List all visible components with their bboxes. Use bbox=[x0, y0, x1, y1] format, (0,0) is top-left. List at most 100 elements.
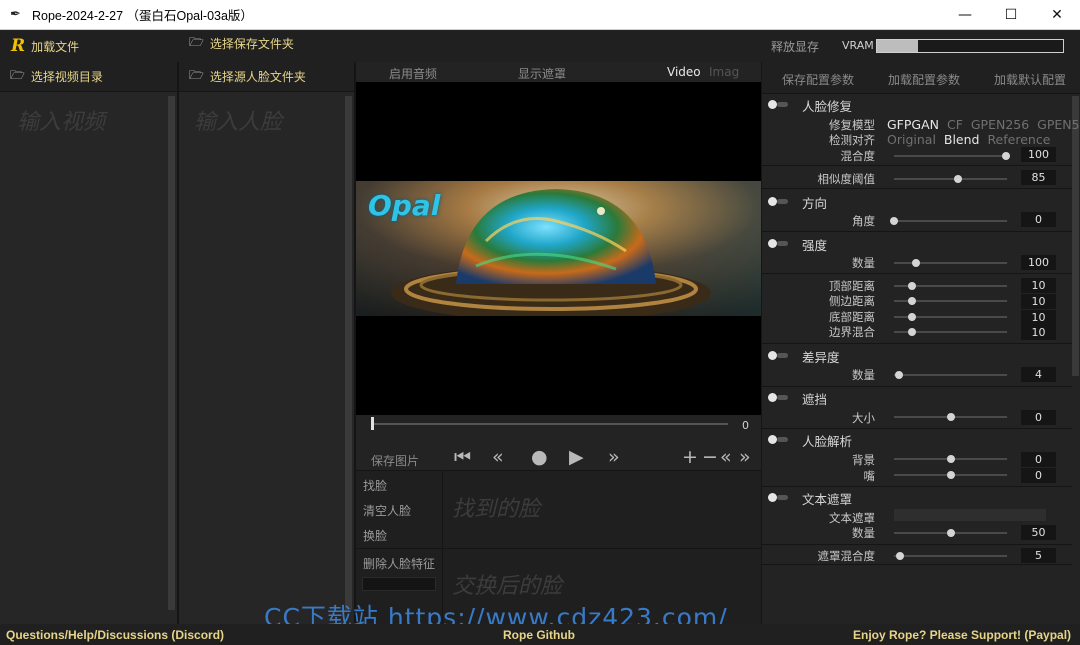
select-save-folder-button[interactable]: 🗁 选择保存文件夹 bbox=[189, 33, 294, 54]
video-preview[interactable]: Opal bbox=[356, 82, 761, 415]
close-button[interactable]: ✕ bbox=[1034, 0, 1080, 30]
load-config-button[interactable]: 加载配置参数 bbox=[888, 71, 960, 88]
save-config-button[interactable]: 保存配置参数 bbox=[782, 71, 854, 88]
align-option-blend[interactable]: Blend bbox=[944, 132, 980, 147]
strength-amount-slider[interactable] bbox=[894, 259, 1007, 267]
model-option-gpen256[interactable]: GPEN256 bbox=[971, 117, 1029, 132]
parser-mouth-slider[interactable] bbox=[894, 471, 1007, 479]
model-option-cf[interactable]: CF bbox=[947, 117, 963, 132]
remove-marker-icon[interactable]: − bbox=[702, 444, 718, 470]
border-sides-slider[interactable] bbox=[894, 297, 1007, 305]
next-marker-icon[interactable]: » bbox=[739, 444, 751, 470]
restorer-blend-value[interactable]: 100 bbox=[1021, 147, 1056, 162]
orientation-angle-value[interactable]: 0 bbox=[1021, 212, 1056, 227]
timeline-handle[interactable] bbox=[371, 417, 374, 430]
vram-label: VRAM bbox=[842, 39, 874, 52]
slider-knob[interactable] bbox=[954, 175, 962, 183]
occluder-size-value[interactable]: 0 bbox=[1021, 410, 1056, 425]
slider-knob[interactable] bbox=[947, 455, 955, 463]
faces-scrollbar[interactable] bbox=[345, 96, 352, 610]
parser-bg-value[interactable]: 0 bbox=[1021, 452, 1056, 467]
border-bottom-value[interactable]: 10 bbox=[1021, 310, 1056, 325]
diff-toggle[interactable] bbox=[768, 351, 788, 360]
align-option-reference[interactable]: Reference bbox=[987, 132, 1050, 147]
rewind-icon[interactable]: « bbox=[492, 444, 504, 470]
slider-knob[interactable] bbox=[947, 413, 955, 421]
slider-knob[interactable] bbox=[1002, 152, 1010, 160]
forward-icon[interactable]: » bbox=[608, 444, 620, 470]
record-icon[interactable]: ● bbox=[531, 444, 548, 470]
model-option-gpen512[interactable]: GPEN5 bbox=[1037, 117, 1079, 132]
save-image-button[interactable]: 保存图片 bbox=[371, 452, 419, 469]
parser-toggle[interactable] bbox=[768, 435, 788, 444]
load-files-button[interactable]: R 加载文件 bbox=[11, 36, 79, 56]
slider-knob[interactable] bbox=[908, 313, 916, 321]
border-blend-slider[interactable] bbox=[894, 328, 1007, 336]
border-bottom-slider[interactable] bbox=[894, 313, 1007, 321]
border-top-slider[interactable] bbox=[894, 282, 1007, 290]
parser-bg-slider[interactable] bbox=[894, 455, 1007, 463]
orientation-toggle[interactable] bbox=[768, 197, 788, 206]
find-faces-button[interactable]: 找脸 bbox=[363, 477, 387, 494]
slider-knob[interactable] bbox=[896, 552, 904, 560]
model-option-gfpgan[interactable]: GFPGAN bbox=[887, 117, 939, 132]
textmask-toggle[interactable] bbox=[768, 493, 788, 502]
slider-knob[interactable] bbox=[895, 371, 903, 379]
textmask-amount-value[interactable]: 50 bbox=[1021, 525, 1056, 540]
skip-start-icon[interactable]: ⏮ bbox=[454, 444, 471, 470]
center-panel: 启用音频 显示遮罩 Video Imag Opal 0 保存图片 ⏮ « ● ▶… bbox=[356, 62, 761, 625]
timeline[interactable]: 0 bbox=[356, 415, 761, 437]
textmask-input[interactable] bbox=[894, 509, 1046, 521]
slider-knob[interactable] bbox=[947, 529, 955, 537]
play-icon[interactable]: ▶ bbox=[569, 444, 584, 470]
embedding-name-input[interactable] bbox=[362, 577, 436, 591]
strength-toggle[interactable] bbox=[768, 239, 788, 248]
slider-knob[interactable] bbox=[947, 471, 955, 479]
border-sides-label: 侧边距离 bbox=[829, 294, 875, 308]
delete-embedding-button[interactable]: 删除人脸特征 bbox=[363, 555, 435, 572]
diff-amount-slider[interactable] bbox=[894, 371, 1007, 379]
timeline-track[interactable] bbox=[372, 423, 728, 425]
slider-knob[interactable] bbox=[890, 217, 898, 225]
parameters-scrollbar[interactable] bbox=[1072, 96, 1079, 376]
threshold-slider[interactable] bbox=[894, 175, 1007, 183]
minimize-button[interactable]: — bbox=[942, 0, 988, 30]
mask-blend-value[interactable]: 5 bbox=[1021, 548, 1056, 563]
diff-amount-value[interactable]: 4 bbox=[1021, 367, 1056, 382]
slider-knob[interactable] bbox=[908, 297, 916, 305]
border-blend-value[interactable]: 10 bbox=[1021, 325, 1056, 340]
add-marker-icon[interactable]: + bbox=[682, 444, 698, 470]
border-top-value[interactable]: 10 bbox=[1021, 278, 1056, 293]
strength-amount-value[interactable]: 100 bbox=[1021, 255, 1056, 270]
restorer-toggle[interactable] bbox=[768, 100, 788, 109]
select-videos-folder-button[interactable]: 🗁 选择视频目录 bbox=[0, 62, 177, 92]
restorer-blend-slider[interactable] bbox=[894, 152, 1010, 160]
github-link[interactable]: Rope Github bbox=[503, 628, 575, 642]
load-defaults-button[interactable]: 加载默认配置 bbox=[994, 71, 1066, 88]
mask-blend-slider[interactable] bbox=[894, 552, 1007, 560]
prev-marker-icon[interactable]: « bbox=[720, 444, 732, 470]
video-tab[interactable]: Video bbox=[667, 65, 701, 79]
align-option-original[interactable]: Original bbox=[887, 132, 936, 147]
select-faces-folder-button[interactable]: 🗁 选择源人脸文件夹 bbox=[179, 62, 354, 92]
slider-knob[interactable] bbox=[908, 328, 916, 336]
image-tab[interactable]: Imag bbox=[709, 65, 739, 79]
paypal-link[interactable]: Enjoy Rope? Please Support! (Paypal) bbox=[853, 628, 1071, 642]
border-sides-value[interactable]: 10 bbox=[1021, 294, 1056, 309]
enable-audio-toggle[interactable]: 启用音频 bbox=[389, 65, 437, 82]
occluder-toggle[interactable] bbox=[768, 393, 788, 402]
maximize-button[interactable]: ☐ bbox=[988, 0, 1034, 30]
slider-knob[interactable] bbox=[908, 282, 916, 290]
show-mask-toggle[interactable]: 显示遮罩 bbox=[518, 65, 566, 82]
slider-knob[interactable] bbox=[912, 259, 920, 267]
threshold-value[interactable]: 85 bbox=[1021, 170, 1056, 185]
release-vram-button[interactable]: 释放显存 bbox=[771, 38, 819, 55]
videos-scrollbar[interactable] bbox=[168, 96, 175, 610]
discord-link[interactable]: Questions/Help/Discussions (Discord) bbox=[6, 628, 224, 642]
textmask-amount-slider[interactable] bbox=[894, 529, 1007, 537]
clear-faces-button[interactable]: 清空人脸 bbox=[363, 502, 411, 519]
orientation-angle-slider[interactable] bbox=[890, 217, 1007, 225]
parser-mouth-value[interactable]: 0 bbox=[1021, 468, 1056, 483]
occluder-size-slider[interactable] bbox=[894, 413, 1007, 421]
swap-faces-button[interactable]: 换脸 bbox=[363, 527, 387, 544]
